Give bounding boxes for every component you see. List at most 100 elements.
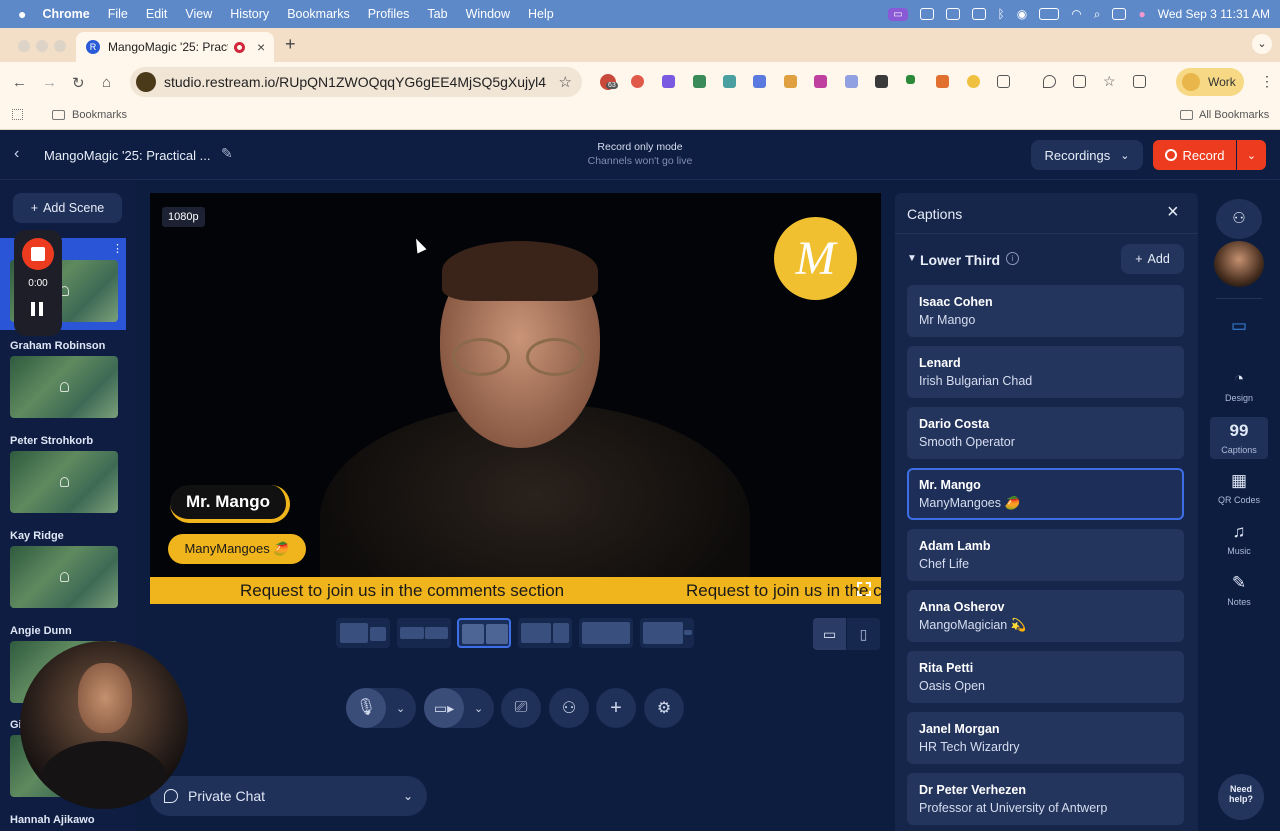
side-panel-icon[interactable] [1133,75,1146,88]
rail-notes[interactable]: ✎ Notes [1210,573,1268,607]
stop-recording-button[interactable] [22,238,54,270]
desktop-view-button[interactable]: ▭ [813,618,846,650]
layout-option[interactable] [518,618,572,648]
reload-icon[interactable]: ↻ [72,74,85,92]
close-panel-icon[interactable]: × [1167,201,1179,224]
add-caption-button[interactable]: + Add [1121,244,1184,274]
add-scene-button[interactable]: + Add Scene [13,193,122,223]
extension-badge[interactable]: 63 [600,74,618,90]
extension-icon[interactable] [784,75,797,88]
profile-button[interactable]: Work [1176,68,1244,96]
caption-card[interactable]: Janel Morgan HR Tech Wizardry [907,712,1184,764]
address-bar[interactable]: studio.restream.io/RUpQN1ZWOQqqYG6gEE4Mj… [130,67,582,97]
rail-music[interactable]: ♫ Music [1210,522,1268,556]
minimize-window-icon[interactable] [36,40,48,52]
rail-captions[interactable]: 99 Captions [1210,417,1268,459]
extension-icon[interactable] [814,75,827,88]
user-icon[interactable]: ◉ [1017,7,1027,21]
record-button[interactable]: Record [1153,140,1236,170]
bookmarks-folder[interactable]: Bookmarks [72,109,127,121]
extension-icon[interactable] [906,75,915,84]
extension-icon[interactable] [967,75,980,88]
zoom-window-icon[interactable] [54,40,66,52]
menu-edit[interactable]: Edit [146,7,168,21]
scene-menu-icon[interactable]: ⋮ [112,242,123,255]
menu-window[interactable]: Window [466,7,510,21]
section-title[interactable]: Lower Third [920,252,1000,268]
extensions-puzzle-icon[interactable] [997,75,1010,88]
add-source-button[interactable]: + [596,688,636,728]
scene-name[interactable]: Peter Strohkorb [10,435,93,447]
bookmark-star-icon[interactable]: ☆ [559,73,572,91]
folder-button[interactable]: ▭ [1210,316,1268,336]
private-chat-bar[interactable]: Private Chat ⌄ [150,776,427,816]
apple-icon[interactable]: ● [18,6,26,22]
card-icon[interactable] [1073,75,1086,88]
rail-qr-codes[interactable]: ▦ QR Codes [1210,471,1268,505]
caret-down-icon[interactable]: ▼ [907,253,917,264]
metamask-icon[interactable] [936,75,949,88]
close-tab-icon[interactable]: × [257,39,265,55]
camera-control[interactable]: ▭▸ ⌄ [424,688,494,728]
microphone-icon[interactable]: 🎙︎ [346,688,386,728]
url-text[interactable]: studio.restream.io/RUpQN1ZWOQqqYG6gEE4Mj… [164,74,546,90]
menu-bookmarks[interactable]: Bookmarks [287,7,350,21]
scene-name[interactable]: Kay Ridge [10,530,64,542]
scene-thumbnail[interactable] [10,451,118,513]
battery-icon[interactable] [1039,8,1060,20]
need-help-button[interactable]: Need help? [1218,774,1264,820]
scene-thumbnail[interactable] [10,546,118,608]
extension-icon[interactable] [662,75,675,88]
menu-view[interactable]: View [185,7,212,21]
bookmark-manager-star-icon[interactable]: ☆ [1103,73,1116,90]
menu-profiles[interactable]: Profiles [368,7,410,21]
mobile-view-button[interactable]: ▯ [847,618,880,650]
apps-grid-icon[interactable] [12,109,23,120]
browser-tab[interactable]: R MangoMagic '25: Practica × [76,32,274,62]
control-center-icon[interactable] [1112,8,1127,20]
host-avatar[interactable] [1214,241,1264,287]
siri-icon[interactable]: ● [1138,7,1145,21]
caption-card[interactable]: Rita Petti Oasis Open [907,651,1184,703]
layout-option[interactable] [579,618,633,648]
scene-name[interactable]: Hannah Ajikawo [10,814,95,826]
bluetooth-icon[interactable]: ᛒ [998,7,1005,21]
menu-file[interactable]: File [108,7,128,21]
extension-icon[interactable] [693,75,706,88]
menu-history[interactable]: History [230,7,269,21]
chevron-down-icon[interactable]: ⌄ [403,789,413,803]
mic-control[interactable]: 🎙︎ ⌄ [346,688,416,728]
caption-card[interactable]: Lenard Irish Bulgarian Chad [907,346,1184,398]
extension-icon[interactable] [631,75,644,88]
edit-pencil-icon[interactable]: ✎ [221,145,233,162]
site-info-icon[interactable] [136,72,156,92]
info-icon[interactable]: i [1006,252,1019,265]
caption-card[interactable]: Dario Costa Smooth Operator [907,407,1184,459]
scene-name[interactable]: Angie Dunn [10,625,72,637]
layout-option[interactable] [640,618,694,648]
status-icon[interactable] [919,8,934,20]
invite-button[interactable]: ⚇ [1216,199,1262,239]
wifi-icon[interactable]: ◠ [1071,7,1081,21]
record-options-button[interactable]: ⌄ [1237,140,1266,170]
scene-name[interactable]: Graham Robinson [10,340,105,352]
chrome-menu-icon[interactable]: ⋮ [1260,73,1274,90]
extension-icon[interactable] [875,75,888,88]
windows-icon[interactable] [971,8,986,20]
menu-tab[interactable]: Tab [427,7,447,21]
back-icon[interactable]: ← [12,74,27,91]
new-tab-icon[interactable]: + [285,34,296,55]
menu-help[interactable]: Help [528,7,554,21]
stage-preview[interactable]: 1080p M Mr. Mango ManyMangoes 🥭 [150,193,881,604]
layout-option-selected[interactable] [457,618,511,648]
all-bookmarks[interactable]: All Bookmarks [1199,109,1269,121]
home-icon[interactable]: ⌂ [102,74,111,91]
extension-icon[interactable] [723,75,736,88]
screen-record-icon[interactable]: ▭ [888,7,908,21]
recordings-button[interactable]: Recordings ⌄ [1031,140,1143,170]
caption-card[interactable]: Isaac Cohen Mr Mango [907,285,1184,337]
caption-card[interactable]: Anna Osherov MangoMagician 💫 [907,590,1184,642]
forward-icon[interactable]: → [42,74,57,91]
caption-card[interactable]: Dr Peter Verhezen Professor at University… [907,773,1184,825]
clock[interactable]: Wed Sep 3 11:31 AM [1158,7,1270,21]
